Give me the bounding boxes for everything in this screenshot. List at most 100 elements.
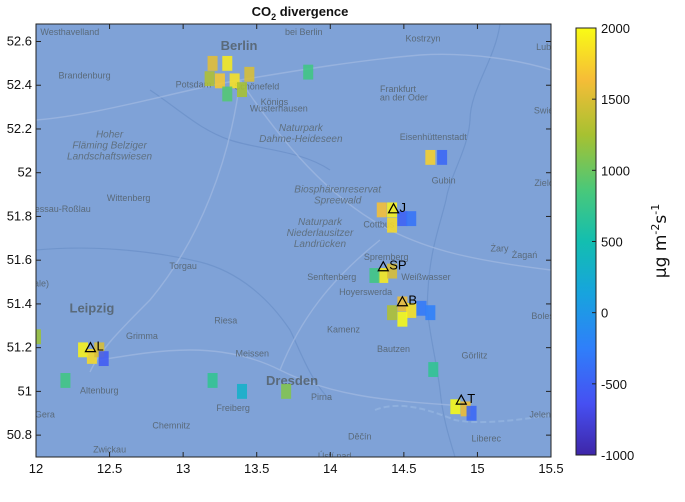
site-marker-label: L [96,339,103,354]
map-label: Gera [35,410,55,420]
heatmap-cell [214,73,225,89]
heatmap-cell [466,405,477,421]
x-tick-label: 15.5 [538,461,563,476]
x-tick-label: 12.5 [97,461,122,476]
map-label: Jelenia [529,410,558,420]
map-label: Torgau [169,261,197,271]
map-label: Děčín [348,432,372,442]
heatmap-cell [222,55,233,71]
heatmap-cell [60,373,71,388]
x-tick-label: 12 [29,461,43,476]
map-label: Riesa [214,316,237,326]
map-label: Bautzen [377,344,410,354]
x-tick-label: 14 [323,461,337,476]
heatmap-cell [207,373,218,388]
map-label: Wusterhausen [250,103,308,113]
colorbar-label: μg m-2s-1 [649,204,671,278]
map-label: Żary [491,243,510,253]
map-label: Chemnitz [152,421,191,431]
map-label: Ústí nad [318,451,352,461]
map-label: Görlitz [461,351,488,361]
y-tick-label: 50.8 [7,427,32,442]
colorbar-tick-label: 500 [601,235,623,250]
y-tick-label: 51 [18,383,32,398]
map-label: Hoyerswerda [339,287,392,297]
heatmap-cell [236,383,248,399]
map-label: Altenburg [80,386,119,396]
map-region-label: Spreewald [314,195,362,206]
y-tick-label: 51.6 [7,252,32,267]
heatmap-cell [428,362,439,377]
colorbar-ticks: 2000 1500 1000 500 0 -500 -1000 [592,21,634,463]
y-tick-label: 51.2 [7,340,32,355]
co2-divergence-figure: CO2 divergence Berlin Leipzig Dresden Westh… [7,4,671,476]
map-region-label: Naturpark [298,217,343,228]
heatmap-cell [437,149,448,165]
x-tick-label: 13.5 [244,461,269,476]
heatmap-cell [450,399,461,415]
heatmap-cell [425,305,436,321]
map-label: Meissen [236,348,270,358]
heatmap-cell [387,305,398,321]
map-label-large: Berlin [221,38,258,53]
map-region-label: Naturpark [279,123,324,134]
map-region-label: Fläming Belziger [72,141,147,152]
map-region-label: Niederlausitzer [287,228,354,239]
colorbar-tick-label: 1500 [601,92,630,107]
colorbar-tick-label: 0 [601,306,608,321]
heatmap-cell [397,311,408,327]
site-marker-label: T [467,391,475,406]
map-plot-area: Berlin Leipzig Dresden Westhavelland bei Ber… [28,24,559,461]
map-label: Żagań [512,250,538,260]
y-tick-label: 52 [18,165,32,180]
heatmap-cell [406,211,417,227]
map-label: Pirna [311,392,332,402]
heatmap-cell [416,300,427,316]
heatmap-cell [281,383,292,399]
map-label: Senftenberg [307,272,356,282]
map-region-label: Dahme-Heideseen [259,134,343,145]
x-tick-label: 15 [470,461,484,476]
map-label: Gubin [432,176,456,186]
y-tick-label: 51.4 [7,296,32,311]
site-marker-label: B [408,293,417,308]
chart-title: CO2 divergence [252,4,349,22]
x-tick-label: 13 [176,461,190,476]
colorbar-tick-label: 2000 [601,21,630,36]
map-label: Grimma [126,331,158,341]
map-label: Westhavelland [40,27,99,37]
map-label: Bolesł [531,311,556,321]
map-label: Swie [534,106,554,116]
map-label: Wittenberg [107,193,151,203]
colorbar-tick-label: -1000 [601,448,634,463]
map-region-label: Hoher [96,130,124,141]
map-label: Dessau-Roßlau [28,204,91,214]
map-label: Kamenz [327,324,361,334]
map-label: bei Berlin [285,27,323,37]
y-tick-label: 52.4 [7,77,32,92]
map-label-large: Leipzig [70,301,115,316]
heatmap-cell [387,217,398,233]
heatmap-cell [425,149,436,165]
map-label: Weißwasser [401,272,450,282]
heatmap-cell [376,202,387,218]
map-region-label: Landrücken [294,239,347,250]
map-label-large: Dresden [266,373,318,388]
colorbar: 2000 1500 1000 500 0 -500 -1000 μg m-2s-1 [575,21,671,463]
heatmap-cell [207,55,218,71]
y-tick-label: 51.8 [7,208,32,223]
map-region-label: Biosphärenreservat [294,184,382,195]
map-label: Zielon [534,178,559,188]
x-tick-label: 14.5 [391,461,416,476]
y-tick-label: 52.2 [7,121,32,136]
heatmap-cell [244,66,255,82]
map-label: Freiberg [216,403,250,413]
map-label: Brandenburg [59,71,111,81]
heatmap-cell [387,202,398,218]
heatmap-cell [204,71,215,87]
heatmap-cell [303,64,314,80]
colorbar-tick-label: -500 [601,377,627,392]
map-label: Eisenhüttenstadt [400,132,468,142]
map-label: Liberec [471,434,501,444]
site-marker-label: J [400,200,407,215]
